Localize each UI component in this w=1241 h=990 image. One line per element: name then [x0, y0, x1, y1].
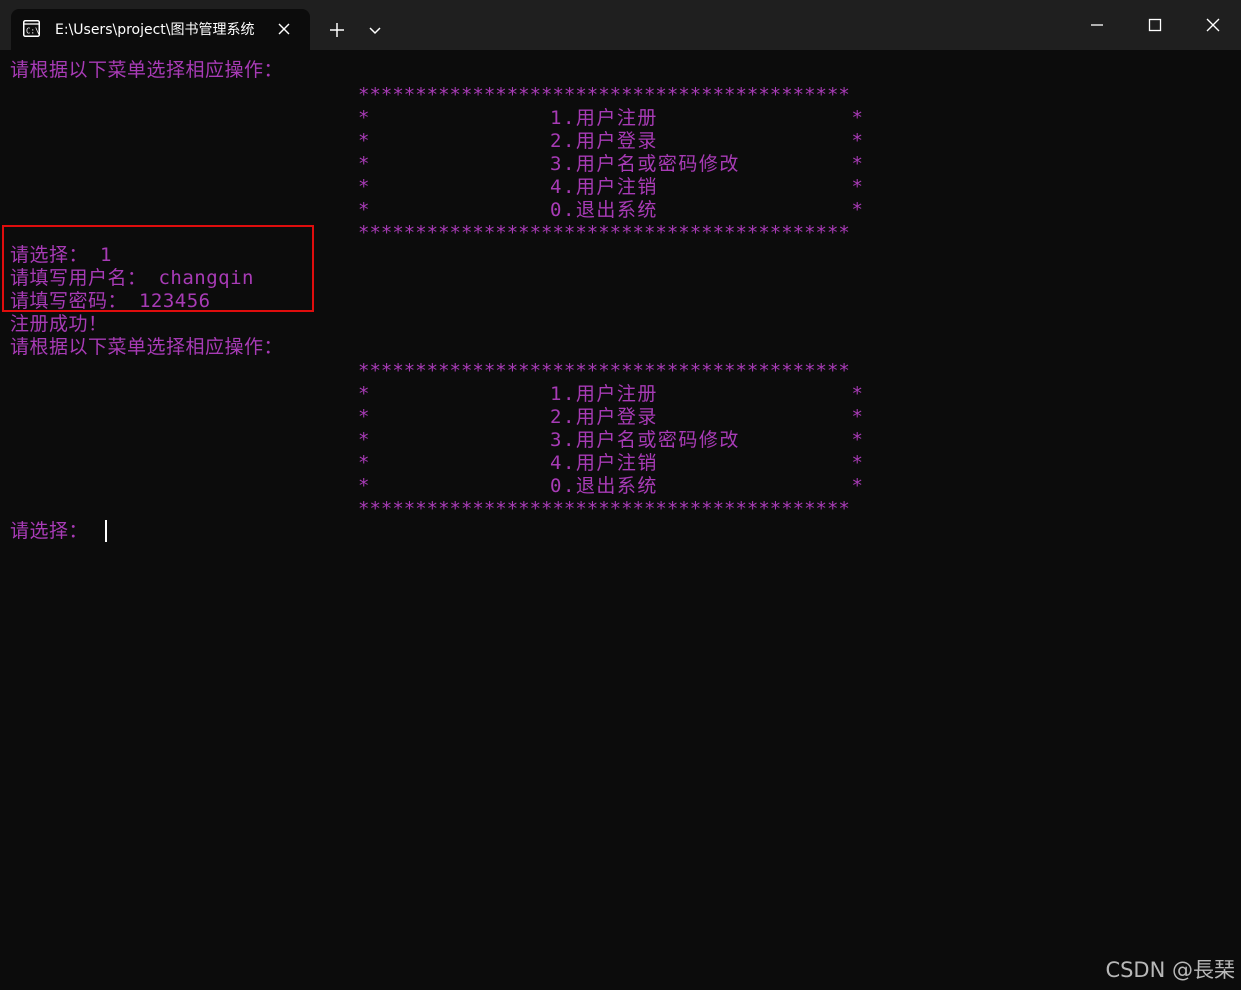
terminal-output[interactable]: 请根据以下菜单选择相应操作： *************************…: [0, 50, 1241, 990]
menu-border-top: ****************************************…: [358, 84, 850, 106]
menu-row: * 1.用户注册 *: [358, 383, 863, 405]
terminal-app-icon: C:\: [23, 20, 40, 37]
select-line: 请选择： 1: [10, 244, 112, 266]
close-icon: [1206, 18, 1220, 32]
terminal-tab[interactable]: C:\ E:\Users\project\图书管理系统: [11, 9, 310, 50]
title-bar: C:\ E:\Users\project\图书管理系统: [0, 0, 1241, 50]
watermark: CSDN @長琹: [1105, 958, 1235, 982]
menu-item-label: 4.用户注销: [550, 176, 658, 198]
menu-border-bottom: ****************************************…: [358, 498, 850, 520]
chevron-down-icon[interactable]: [362, 17, 388, 43]
menu-border-top: ****************************************…: [358, 360, 850, 382]
menu-row: * 0.退出系统 *: [358, 199, 863, 221]
tab-title: E:\Users\project\图书管理系统: [55, 22, 255, 38]
close-tab-icon[interactable]: [276, 21, 292, 37]
menu-item-label: 3.用户名或密码修改: [550, 429, 740, 451]
menu-row: * 2.用户登录 *: [358, 130, 863, 152]
minimize-button[interactable]: [1068, 0, 1126, 48]
menu-row: * 3.用户名或密码修改 *: [358, 429, 863, 451]
svg-text:C:\: C:\: [26, 27, 40, 36]
menu-prompt: 请根据以下菜单选择相应操作：: [10, 59, 284, 81]
menu-prompt: 请根据以下菜单选择相应操作：: [10, 336, 284, 358]
menu-item-label: 1.用户注册: [550, 383, 658, 405]
menu-row: * 4.用户注销 *: [358, 452, 863, 474]
menu-row: * 4.用户注销 *: [358, 176, 863, 198]
menu-border-bottom: ****************************************…: [358, 222, 850, 244]
menu-item-label: 4.用户注销: [550, 452, 658, 474]
username-line: 请填写用户名： changqin: [10, 267, 254, 289]
select-prompt: 请选择：: [10, 520, 89, 542]
minimize-icon: [1091, 24, 1103, 26]
close-window-button[interactable]: [1184, 0, 1241, 48]
maximize-button[interactable]: [1126, 0, 1184, 48]
menu-row: * 0.退出系统 *: [358, 475, 863, 497]
menu-item-label: 0.退出系统: [550, 475, 658, 497]
password-line: 请填写密码： 123456: [10, 290, 211, 312]
success-message: 注册成功！: [10, 313, 108, 335]
menu-item-label: 2.用户登录: [550, 406, 658, 428]
menu-item-label: 3.用户名或密码修改: [550, 153, 740, 175]
menu-row: * 2.用户登录 *: [358, 406, 863, 428]
plus-icon[interactable]: [324, 17, 350, 43]
menu-item-label: 2.用户登录: [550, 130, 658, 152]
menu-row: * 1.用户注册 *: [358, 107, 863, 129]
menu-item-label: 1.用户注册: [550, 107, 658, 129]
menu-item-label: 0.退出系统: [550, 199, 658, 221]
menu-row: * 3.用户名或密码修改 *: [358, 153, 863, 175]
text-cursor[interactable]: [105, 520, 107, 542]
maximize-icon: [1148, 18, 1162, 32]
